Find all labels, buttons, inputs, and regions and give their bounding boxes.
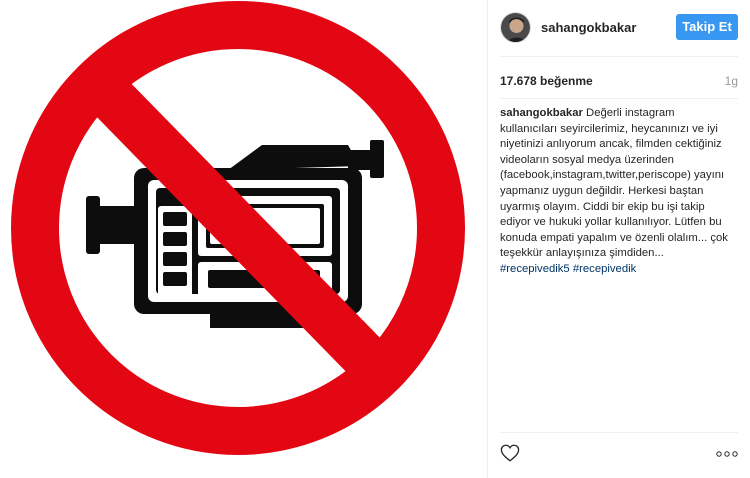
stats-divider <box>500 98 738 99</box>
actions-divider <box>500 432 738 433</box>
post-image[interactable] <box>0 0 487 478</box>
stats-row: 17.678 beğenme 1g <box>500 74 738 88</box>
caption-text: Değerli instagram kullanıcıları seyircil… <box>500 107 728 260</box>
more-options-icon[interactable] <box>716 451 738 457</box>
caption-username[interactable]: sahangokbakar <box>500 107 583 119</box>
post-header: sahangokbakar Takip Et <box>500 10 738 44</box>
no-video-recording-sign-icon <box>0 0 487 478</box>
hashtag-link[interactable]: #recepivedik <box>573 263 636 275</box>
profile-photo-icon <box>501 12 530 42</box>
post-username[interactable]: sahangokbakar <box>541 20 676 35</box>
avatar[interactable] <box>500 11 531 43</box>
likes-count[interactable]: 17.678 beğenme <box>500 74 593 88</box>
post-age[interactable]: 1g <box>725 74 738 88</box>
header-divider <box>500 56 738 57</box>
heart-icon[interactable] <box>500 444 520 462</box>
follow-button[interactable]: Takip Et <box>676 14 738 40</box>
post-sidebar: sahangokbakar Takip Et 17.678 beğenme 1g… <box>487 0 750 478</box>
hashtag-link[interactable]: #recepivedik5 <box>500 263 570 275</box>
post-caption: sahangokbakar Değerli instagram kullanıc… <box>500 106 734 278</box>
post-actions <box>500 444 738 464</box>
